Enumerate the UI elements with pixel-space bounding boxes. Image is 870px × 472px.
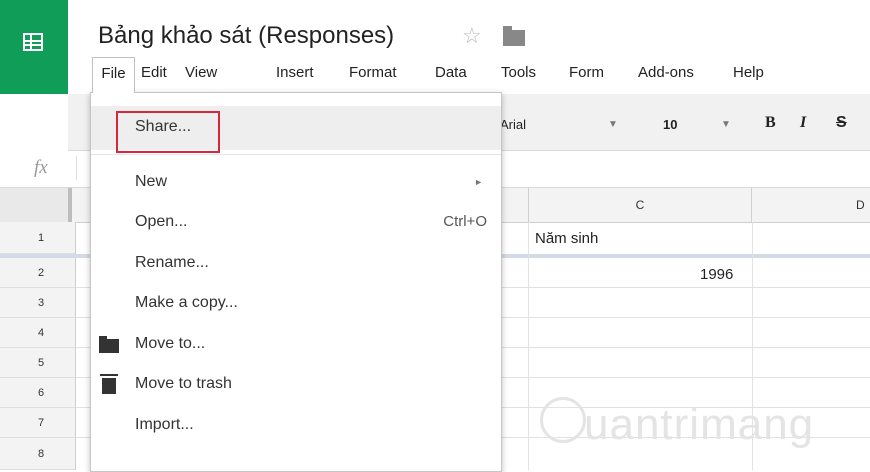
row-header-8[interactable]: 8: [0, 438, 76, 470]
menu-form[interactable]: Form: [569, 64, 604, 81]
italic-button[interactable]: I: [800, 114, 806, 132]
share-highlight-box: [116, 111, 220, 153]
menu-item-open[interactable]: Open... Ctrl+O: [91, 208, 501, 238]
file-menu-dropdown: Share... New ► Open... Ctrl+O Rename... …: [90, 92, 502, 472]
menu-item-make-copy[interactable]: Make a copy...: [91, 289, 501, 319]
row-header-6[interactable]: 6: [0, 378, 76, 408]
shortcut-label: Ctrl+O: [443, 213, 487, 230]
select-all-corner[interactable]: [0, 188, 72, 222]
column-header-c[interactable]: C: [528, 188, 752, 222]
size-dropdown-arrow-icon[interactable]: ▼: [721, 119, 731, 130]
cell-c1[interactable]: Năm sinh: [535, 230, 598, 247]
menu-item-move-to-trash[interactable]: Move to trash: [91, 370, 501, 400]
font-dropdown-arrow-icon[interactable]: ▼: [608, 119, 618, 130]
menu-view[interactable]: View: [185, 64, 217, 81]
row-header-7[interactable]: 7: [0, 408, 76, 438]
menu-data[interactable]: Data: [435, 64, 467, 81]
font-family-select[interactable]: Arial: [500, 117, 526, 132]
sheets-logo[interactable]: [0, 0, 68, 94]
menu-item-new[interactable]: New ►: [91, 168, 501, 198]
menu-divider: [91, 154, 501, 155]
row-header-4[interactable]: 4: [0, 318, 76, 348]
row-header-1[interactable]: 1: [0, 222, 76, 254]
column-header-d[interactable]: D: [856, 188, 865, 222]
watermark: uantrimang: [584, 400, 815, 449]
cell-c2[interactable]: 1996: [700, 266, 733, 283]
menu-item-rename[interactable]: Rename...: [91, 249, 501, 279]
menu-format[interactable]: Format: [349, 64, 397, 81]
folder-icon[interactable]: [503, 26, 525, 46]
star-icon[interactable]: ☆: [462, 23, 482, 49]
menu-item-label: Move to...: [135, 335, 206, 352]
grid-line: [528, 222, 529, 470]
menu-help[interactable]: Help: [733, 64, 764, 81]
sheets-grid-icon: [23, 33, 43, 51]
trash-icon: [100, 374, 118, 394]
document-title[interactable]: Bảng khảo sát (Responses): [98, 22, 394, 50]
row-header-2[interactable]: 2: [0, 258, 76, 288]
submenu-arrow-icon: ►: [474, 177, 483, 187]
fx-icon: fx: [34, 157, 48, 178]
folder-icon: [99, 336, 119, 353]
menu-item-label: New: [135, 173, 168, 190]
font-size-select[interactable]: 10: [663, 117, 677, 132]
strikethrough-button[interactable]: S: [836, 114, 847, 132]
menu-item-label: Open...: [135, 213, 188, 230]
menu-item-label: Rename...: [135, 254, 209, 271]
menu-edit[interactable]: Edit: [141, 64, 167, 81]
menu-addons[interactable]: Add-ons: [638, 64, 694, 81]
menu-insert[interactable]: Insert: [276, 64, 314, 81]
menu-item-move-to[interactable]: Move to...: [91, 330, 501, 360]
menu-item-import[interactable]: Import...: [91, 411, 501, 441]
menu-file[interactable]: File: [92, 57, 135, 93]
menu-item-label: Move to trash: [135, 375, 232, 392]
menu-item-label: Import...: [135, 416, 194, 433]
row-header-5[interactable]: 5: [0, 348, 76, 378]
formula-separator: [76, 156, 77, 180]
bold-button[interactable]: B: [765, 114, 776, 132]
watermark-logo-icon: [540, 397, 586, 443]
menu-tools[interactable]: Tools: [501, 64, 536, 81]
menu-item-label: Make a copy...: [135, 294, 238, 311]
menu-item-share[interactable]: Share...: [91, 106, 501, 153]
row-header-3[interactable]: 3: [0, 288, 76, 318]
